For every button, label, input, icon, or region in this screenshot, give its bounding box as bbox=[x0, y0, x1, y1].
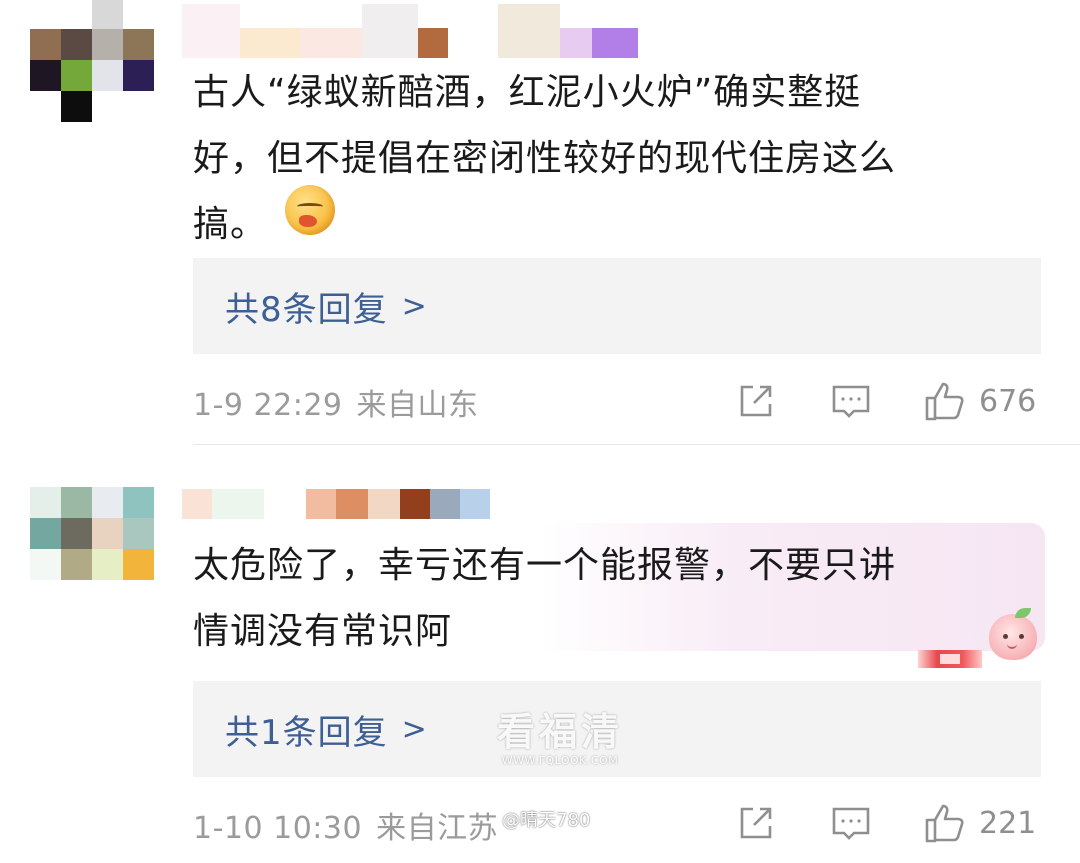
avatar-pixel bbox=[30, 487, 61, 518]
username-pixel bbox=[560, 28, 592, 58]
username-pixel bbox=[460, 489, 490, 519]
comment-button[interactable] bbox=[830, 801, 872, 845]
comment-text-line: 好，但不提倡在密闭性较好的现代住房这么 bbox=[193, 138, 897, 179]
like-button[interactable]: 221 bbox=[923, 801, 1036, 845]
site-watermark: 看福清 WWW.FQLOOK.COM bbox=[490, 710, 630, 768]
share-button[interactable] bbox=[735, 379, 777, 423]
comment-text-line: 情调没有常识阿 bbox=[193, 611, 453, 652]
thumbs-up-icon bbox=[925, 382, 964, 421]
smirk-emoji-icon bbox=[285, 185, 335, 235]
avatar-pixel bbox=[123, 0, 154, 29]
comment-meta: 1-10 10:30 来自江苏 bbox=[193, 803, 498, 847]
avatar-pixel bbox=[30, 91, 61, 122]
username-pixel bbox=[182, 4, 240, 58]
avatar-pixel bbox=[30, 60, 61, 91]
username-pixel bbox=[418, 28, 448, 58]
username-pixel bbox=[400, 489, 430, 519]
comment-location: 来自江苏 bbox=[376, 811, 499, 846]
chevron-right-icon: > bbox=[401, 711, 428, 747]
comment-text-line: 古人“绿蚁新醅酒，红泥小火炉”确实整挺 bbox=[193, 72, 862, 113]
comment-actions: 221 bbox=[735, 801, 1045, 845]
avatar-pixel bbox=[92, 60, 123, 91]
avatar-pixel bbox=[123, 518, 154, 549]
avatar-pixel bbox=[123, 549, 154, 580]
avatar-pixel bbox=[92, 487, 123, 518]
username-pixel bbox=[368, 489, 400, 519]
share-icon bbox=[740, 385, 772, 417]
like-count: 676 bbox=[979, 383, 1037, 419]
avatar-pixel bbox=[92, 0, 123, 29]
watermark-url: WWW.FQLOOK.COM bbox=[501, 754, 619, 767]
avatar-pixel bbox=[92, 518, 123, 549]
comment-button[interactable] bbox=[830, 379, 872, 423]
view-replies-button[interactable]: 共8条回复 > bbox=[193, 258, 1041, 354]
author-handle-watermark: @晴天780 bbox=[502, 810, 591, 831]
comment-time: 1-10 10:30 bbox=[193, 811, 363, 846]
comment-icon bbox=[832, 385, 870, 418]
username[interactable] bbox=[182, 0, 638, 58]
avatar-pixel bbox=[92, 29, 123, 60]
avatar-pixel bbox=[123, 60, 154, 91]
avatar-pixel bbox=[30, 518, 61, 549]
chevron-right-icon: > bbox=[401, 288, 428, 324]
like-count: 221 bbox=[979, 805, 1037, 841]
username-pixel bbox=[448, 28, 498, 58]
username-pixel bbox=[306, 489, 336, 519]
username[interactable] bbox=[182, 485, 490, 519]
replies-label: 共1条回复 bbox=[225, 712, 388, 753]
username-pixel bbox=[430, 489, 460, 519]
avatar-pixel bbox=[61, 29, 92, 60]
avatar-pixel bbox=[123, 29, 154, 60]
username-pixel bbox=[264, 489, 306, 519]
peach-mascot-icon bbox=[985, 608, 1041, 662]
comment-actions: 676 bbox=[735, 379, 1045, 423]
comment-text: 太危险了，幸亏还有一个能报警，不要只讲 情调没有常识阿 bbox=[193, 533, 1023, 665]
username-pixel bbox=[212, 489, 264, 519]
avatar-pixel bbox=[61, 487, 92, 518]
avatar-pixel bbox=[61, 60, 92, 91]
share-button[interactable] bbox=[735, 801, 777, 845]
avatar-pixel bbox=[61, 549, 92, 580]
share-icon bbox=[740, 807, 772, 839]
avatar-pixel bbox=[123, 487, 154, 518]
avatar-pixel bbox=[92, 549, 123, 580]
avatar-pixel bbox=[61, 518, 92, 549]
bubble-decoration bbox=[918, 650, 982, 668]
thumbs-up-icon bbox=[925, 804, 964, 843]
avatar-pixel bbox=[92, 91, 123, 122]
username-pixel bbox=[182, 489, 212, 519]
avatar-pixel bbox=[123, 91, 154, 122]
avatar[interactable] bbox=[30, 487, 154, 580]
username-pixel bbox=[336, 489, 368, 519]
comment-icon bbox=[832, 807, 870, 840]
comment-item: 古人“绿蚁新醅酒，红泥小火炉”确实整挺 好，但不提倡在密闭性较好的现代住房这么 … bbox=[0, 0, 1080, 445]
avatar-pixel bbox=[30, 29, 61, 60]
comment-time: 1-9 22:29 bbox=[193, 388, 343, 423]
like-button[interactable]: 676 bbox=[923, 379, 1036, 423]
avatar-pixel bbox=[30, 0, 61, 29]
avatar[interactable] bbox=[30, 0, 154, 122]
username-pixel bbox=[362, 4, 418, 58]
comment-item: 太危险了，幸亏还有一个能报警，不要只讲 情调没有常识阿 共1条回复 > 1-10… bbox=[0, 445, 1080, 863]
username-pixel bbox=[498, 4, 560, 58]
replies-label: 共8条回复 bbox=[225, 289, 388, 330]
watermark-title: 看福清 bbox=[496, 710, 623, 754]
comment-meta: 1-9 22:29 来自山东 bbox=[193, 380, 479, 424]
username-pixel bbox=[592, 28, 638, 58]
avatar-pixel bbox=[30, 549, 61, 580]
avatar-pixel bbox=[61, 0, 92, 29]
username-pixel bbox=[240, 28, 300, 58]
avatar-pixel bbox=[61, 91, 92, 122]
username-pixel bbox=[300, 28, 362, 58]
comment-location: 来自山东 bbox=[356, 388, 479, 423]
comment-text-line-part: 搞。 bbox=[193, 204, 268, 245]
comment-text-line: 太危险了，幸亏还有一个能报警，不要只讲 bbox=[193, 545, 897, 586]
